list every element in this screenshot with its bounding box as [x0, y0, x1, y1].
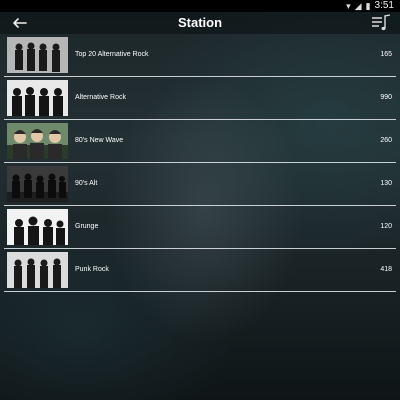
station-item[interactable]: Punk Rock 418: [4, 249, 396, 292]
station-thumbnail: [7, 37, 68, 73]
station-count: 120: [380, 223, 392, 230]
status-time: 3:51: [374, 0, 394, 11]
station-count: 165: [380, 51, 392, 58]
station-name: Grunge: [75, 223, 99, 230]
station-name: 90's Alt: [75, 180, 98, 187]
station-count: 260: [380, 137, 392, 144]
station-list: Top 20 Alternative Rock 165 Alternative …: [4, 34, 396, 292]
station-item[interactable]: Grunge 120: [4, 206, 396, 249]
station-thumbnail: [7, 209, 68, 245]
signal-icon: ◢: [354, 1, 362, 11]
station-name: Punk Rock: [75, 266, 109, 273]
station-item[interactable]: 90's Alt 130: [4, 163, 396, 206]
station-thumbnail: [7, 80, 68, 116]
station-count: 130: [380, 180, 392, 187]
wifi-icon: ▾: [346, 1, 351, 11]
station-thumbnail: [7, 252, 68, 288]
station-count: 990: [380, 94, 392, 101]
station-name: Top 20 Alternative Rock: [75, 51, 149, 58]
station-thumbnail: [7, 166, 68, 202]
battery-icon: ▮: [365, 1, 371, 11]
station-item[interactable]: 80's New Wave 260: [4, 120, 396, 163]
station-item[interactable]: Top 20 Alternative Rock 165: [4, 34, 396, 77]
playlist-music-icon[interactable]: [370, 13, 392, 33]
status-bar: ▾ ◢ ▮ 3:51: [0, 0, 400, 12]
app-bar: Station: [0, 12, 400, 34]
station-name: 80's New Wave: [75, 137, 124, 144]
station-name: Alternative Rock: [75, 94, 126, 101]
station-thumbnail: [7, 123, 68, 159]
station-item[interactable]: Alternative Rock 990: [4, 77, 396, 120]
station-count: 418: [380, 266, 392, 273]
page-title: Station: [177, 15, 223, 30]
